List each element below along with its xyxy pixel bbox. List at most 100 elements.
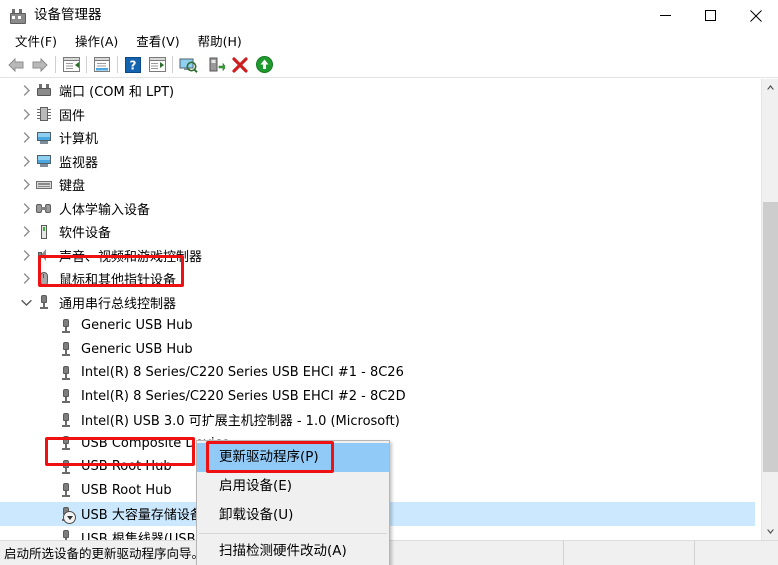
tree-item-icon-slot xyxy=(56,504,76,524)
tree-item-label: Intel(R) USB 3.0 可扩展主机控制器 - 1.0 (Microso… xyxy=(81,414,400,430)
enable-device-icon[interactable] xyxy=(252,53,276,77)
chevron-right-icon[interactable] xyxy=(18,150,34,173)
vertical-scrollbar[interactable] xyxy=(761,79,778,540)
tree-indent-spacer xyxy=(0,513,40,514)
chevron-right-icon[interactable] xyxy=(18,197,34,220)
tree-item-icon-slot xyxy=(56,457,76,477)
tree-indent-spacer xyxy=(0,372,40,373)
menu-file[interactable]: 文件(F) xyxy=(6,31,66,52)
chevron-none xyxy=(40,385,56,408)
monitor-icon xyxy=(36,153,52,169)
tree-item-label: Generic USB Hub xyxy=(81,318,193,334)
forward-icon[interactable] xyxy=(28,53,52,77)
tree-item-icon-slot xyxy=(34,151,54,171)
tree-item-label: Generic USB Hub xyxy=(81,341,193,357)
port-icon xyxy=(36,83,52,99)
ctx-enable-device[interactable]: 启用设备(E) xyxy=(197,472,389,501)
chevron-none xyxy=(40,361,56,384)
usb-icon xyxy=(58,365,74,381)
tree-item-icon-slot xyxy=(56,363,76,383)
chevron-none xyxy=(40,314,56,337)
tree-item-computer[interactable]: 计算机 xyxy=(0,126,755,150)
tree-item-usb-ehci-1[interactable]: Intel(R) 8 Series/C220 Series USB EHCI #… xyxy=(0,361,755,385)
update-driver-icon[interactable] xyxy=(204,53,228,77)
window-title: 设备管理器 xyxy=(34,7,102,23)
tree-item-sound-video-game[interactable]: 声音、视频和游戏控制器 xyxy=(0,244,755,268)
tree-item-icon-slot xyxy=(56,386,76,406)
tree-item-label: 固件 xyxy=(59,108,86,124)
close-button[interactable] xyxy=(733,0,778,31)
chevron-right-icon[interactable] xyxy=(18,79,34,102)
chevron-none xyxy=(40,432,56,455)
tree-item-keyboards[interactable]: 键盘 xyxy=(0,173,755,197)
context-menu[interactable]: 更新驱动程序(P)启用设备(E)卸载设备(U)扫描检测硬件改动(A)属性(R) xyxy=(196,440,390,565)
chevron-right-icon[interactable] xyxy=(18,220,34,243)
tree-item-usb-controllers[interactable]: 通用串行总线控制器 xyxy=(0,291,755,315)
uninstall-device-icon[interactable] xyxy=(228,53,252,77)
scan-hardware-changes-icon[interactable] xyxy=(176,53,200,77)
tree-item-usb3-xhci[interactable]: Intel(R) USB 3.0 可扩展主机控制器 - 1.0 (Microso… xyxy=(0,408,755,432)
usb-icon-with-warning xyxy=(58,506,76,524)
tree-indent-spacer xyxy=(0,184,18,185)
tree-indent-spacer xyxy=(0,302,18,303)
chevron-none xyxy=(40,338,56,361)
minimize-button[interactable] xyxy=(643,0,688,31)
chevron-right-icon[interactable] xyxy=(18,126,34,149)
chevron-right-icon[interactable] xyxy=(18,103,34,126)
tree-item-generic-usb-hub-2[interactable]: Generic USB Hub xyxy=(0,338,755,362)
chevron-right-icon[interactable] xyxy=(18,173,34,196)
properties-icon[interactable] xyxy=(90,53,114,77)
maximize-button[interactable] xyxy=(688,0,733,31)
back-icon[interactable] xyxy=(4,53,28,77)
tree-indent-spacer xyxy=(0,137,18,138)
tree-item-icon-slot xyxy=(34,222,54,242)
chevron-none xyxy=(40,526,56,540)
tree-item-label: 计算机 xyxy=(59,132,99,148)
tree-item-label: 人体学输入设备 xyxy=(59,202,151,218)
chevron-right-icon[interactable] xyxy=(18,267,34,290)
tree-item-firmware[interactable]: 固件 xyxy=(0,103,755,127)
menu-action[interactable]: 操作(A) xyxy=(66,31,127,52)
tree-item-mice[interactable]: 鼠标和其他指针设备 xyxy=(0,267,755,291)
tree-indent-spacer xyxy=(0,208,18,209)
status-cell-3 xyxy=(694,540,778,565)
tree-indent-spacer xyxy=(0,490,40,491)
tree-item-generic-usb-hub-1[interactable]: Generic USB Hub xyxy=(0,314,755,338)
svg-text:?: ? xyxy=(130,58,137,72)
tree-item-software-devices[interactable]: 软件设备 xyxy=(0,220,755,244)
tree-item-icon-slot xyxy=(34,269,54,289)
show-hide-console-tree-icon[interactable] xyxy=(59,53,83,77)
tree-item-icon-slot xyxy=(34,292,54,312)
tree-item-label: 监视器 xyxy=(59,155,99,171)
chevron-down-icon[interactable] xyxy=(18,291,34,314)
tree-item-ports[interactable]: 端口 (COM 和 LPT) xyxy=(0,79,755,103)
tree-item-monitors[interactable]: 监视器 xyxy=(0,150,755,174)
ctx-uninstall-device[interactable]: 卸载设备(U) xyxy=(197,501,389,530)
scroll-up-button[interactable] xyxy=(762,79,778,96)
chevron-none xyxy=(40,408,56,431)
tree-indent-spacer xyxy=(0,419,40,420)
usb-icon xyxy=(58,412,74,428)
usb-icon xyxy=(58,529,74,540)
menu-view[interactable]: 查看(V) xyxy=(127,31,188,52)
tree-item-icon-slot xyxy=(34,245,54,265)
tree-item-icon-slot xyxy=(56,433,76,453)
hid-icon xyxy=(36,200,52,216)
tree-indent-spacer xyxy=(0,443,40,444)
tree-indent-spacer xyxy=(0,161,18,162)
window-controls xyxy=(643,0,778,31)
help-icon[interactable]: ? xyxy=(121,53,145,77)
tree-item-hid[interactable]: 人体学输入设备 xyxy=(0,197,755,221)
tree-item-icon-slot xyxy=(34,81,54,101)
tree-item-usb-ehci-2[interactable]: Intel(R) 8 Series/C220 Series USB EHCI #… xyxy=(0,385,755,409)
chevron-right-icon[interactable] xyxy=(18,244,34,267)
tree-indent-spacer xyxy=(0,114,18,115)
scrollbar-thumb[interactable] xyxy=(763,202,778,472)
tree-item-icon-slot xyxy=(34,175,54,195)
menu-help[interactable]: 帮助(H) xyxy=(189,31,251,52)
scroll-down-button[interactable] xyxy=(762,523,778,540)
usb-icon xyxy=(36,294,52,310)
ctx-update-driver[interactable]: 更新驱动程序(P) xyxy=(197,443,389,472)
action-menu-icon[interactable] xyxy=(145,53,169,77)
ctx-scan-hardware-changes[interactable]: 扫描检测硬件改动(A) xyxy=(197,537,389,565)
